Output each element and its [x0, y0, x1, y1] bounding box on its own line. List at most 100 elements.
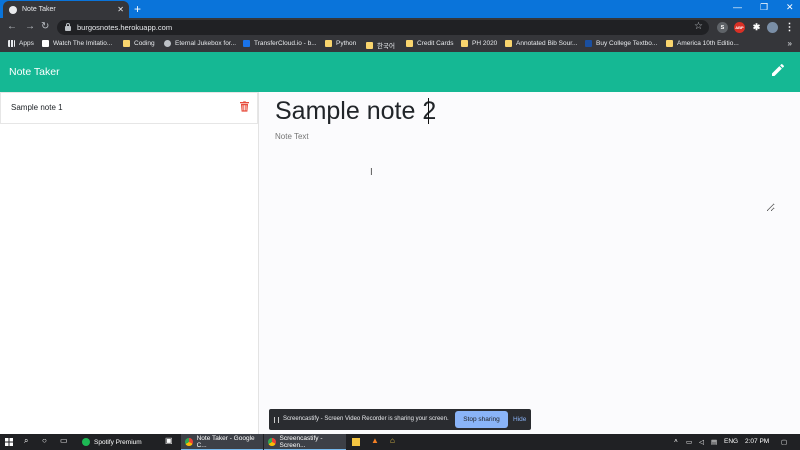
- folder-icon: [366, 41, 373, 49]
- bookmark-label: Watch The Imitatio...: [53, 40, 113, 47]
- task-label: Screencastify - Screen...: [279, 434, 323, 449]
- extension-s-icon[interactable]: S: [717, 22, 728, 33]
- url-text: burgosnotes.herokuapp.com: [77, 23, 173, 32]
- forward-arrow-icon[interactable]: →: [25, 21, 35, 32]
- taskbar-task-chrome[interactable]: Note Taker - Google C...: [181, 434, 263, 450]
- delete-trash-icon[interactable]: [240, 101, 249, 112]
- task-label: Spotify Premium: [94, 438, 142, 446]
- windows-taskbar: ⌕ ○ ▭ Spotify Premium ▣ Note Taker - Goo…: [0, 434, 800, 450]
- task-view-icon[interactable]: ▭: [60, 436, 68, 445]
- note-title[interactable]: Sample note 1: [11, 103, 63, 112]
- bookmark-item[interactable]: Eternal Jukebox for...: [164, 40, 236, 47]
- chrome-icon: [268, 437, 276, 446]
- bookmark-label: Coding: [134, 40, 155, 47]
- bookmark-label: 한국어: [377, 43, 395, 50]
- tray-chevron-icon[interactable]: ˄: [674, 438, 678, 445]
- folder-icon: [461, 40, 468, 47]
- store-bag-icon[interactable]: ▣: [165, 436, 173, 445]
- app-navbar: Note Taker: [0, 52, 800, 92]
- text-caret: [428, 98, 429, 124]
- bookmark-label: PH 2020: [472, 40, 498, 47]
- bookmark-label: Python: [336, 40, 357, 47]
- file-explorer-icon[interactable]: [352, 438, 360, 446]
- bookmarks-more-icon[interactable]: »: [788, 39, 792, 48]
- new-note-pencil-icon[interactable]: [770, 62, 786, 78]
- network-icon[interactable]: ▤: [711, 438, 717, 446]
- battery-icon[interactable]: ▭: [686, 438, 692, 446]
- folder-icon: [505, 40, 512, 47]
- note-text-input[interactable]: [275, 132, 775, 212]
- bookmark-label: Credit Cards: [417, 40, 454, 47]
- cortana-icon[interactable]: ○: [42, 436, 47, 445]
- bookmark-label: America 10th Editio...: [677, 40, 739, 47]
- reload-icon[interactable]: ↻: [41, 21, 49, 32]
- bookmarks-bar: Apps Watch The Imitatio... Coding Eterna…: [0, 37, 800, 52]
- note-title-input[interactable]: [275, 94, 775, 128]
- bookmark-item[interactable]: TransferCloud.io - b...: [243, 40, 317, 47]
- bookmark-site-icon: [42, 40, 49, 47]
- app-pinned-icon[interactable]: ⌂: [390, 436, 395, 445]
- folder-icon: [666, 40, 673, 47]
- note-editor: I: [259, 92, 800, 434]
- bookmark-label: Annotated Bib Sour...: [516, 40, 578, 47]
- bookmark-item[interactable]: PH 2020: [461, 40, 497, 47]
- adblock-icon[interactable]: ABP: [734, 22, 745, 33]
- taskbar-task-spotify[interactable]: Spotify Premium: [78, 434, 162, 450]
- bookmark-item[interactable]: Annotated Bib Sour...: [505, 40, 577, 47]
- language-indicator[interactable]: ENG: [724, 438, 738, 445]
- bookmark-item[interactable]: Coding: [123, 40, 155, 47]
- bookmark-item[interactable]: America 10th Editio...: [666, 40, 739, 47]
- app-brand[interactable]: Note Taker: [9, 66, 60, 78]
- globe-icon: [164, 40, 171, 47]
- apps-grid-icon: [8, 40, 15, 47]
- windows-start-icon[interactable]: [5, 438, 13, 446]
- bookmark-item[interactable]: Watch The Imitatio...: [42, 40, 112, 47]
- taskbar-clock[interactable]: 2:07 PM: [745, 438, 769, 445]
- globe-icon: [9, 5, 17, 14]
- spotify-icon: [82, 438, 90, 446]
- bookmark-item[interactable]: 한국어: [366, 40, 395, 50]
- bookmark-star-icon[interactable]: ☆: [694, 21, 703, 32]
- bookmark-label: Apps: [19, 40, 34, 47]
- bookmark-label: Eternal Jukebox for...: [175, 40, 237, 47]
- puzzle-extensions-icon[interactable]: ✱: [751, 22, 762, 33]
- bookmark-site-icon: [243, 40, 250, 47]
- folder-icon: [325, 40, 332, 47]
- task-label: Note Taker - Google C...: [196, 434, 255, 449]
- hide-button[interactable]: Hide: [513, 416, 526, 423]
- list-item[interactable]: Sample note 1: [0, 92, 258, 124]
- bookmark-label: TransferCloud.io - b...: [254, 40, 317, 47]
- bookmark-site-icon: [585, 40, 592, 47]
- bookmark-apps[interactable]: Apps: [8, 40, 34, 47]
- profile-avatar-icon[interactable]: [767, 22, 778, 33]
- bookmark-item[interactable]: Buy College Textbo...: [585, 40, 657, 47]
- lock-icon: [65, 23, 71, 31]
- ibeam-cursor-icon: I: [370, 167, 373, 178]
- stop-sharing-button[interactable]: Stop sharing: [455, 411, 508, 428]
- screen-share-bar: Screencastify - Screen Video Recorder is…: [269, 409, 531, 430]
- bookmark-item[interactable]: Credit Cards: [406, 40, 453, 47]
- new-tab-button[interactable]: +: [134, 2, 141, 16]
- notifications-icon[interactable]: ▢: [781, 438, 787, 446]
- taskbar-task-screencastify[interactable]: Screencastify - Screen...: [264, 434, 346, 450]
- browser-toolbar: ← → ↻ burgosnotes.herokuapp.com ☆ S ABP …: [0, 18, 800, 37]
- chrome-icon: [185, 437, 193, 446]
- address-bar[interactable]: burgosnotes.herokuapp.com ☆: [57, 20, 709, 35]
- search-icon[interactable]: ⌕: [24, 436, 28, 446]
- pause-icon: [274, 417, 279, 423]
- back-arrow-icon[interactable]: ←: [7, 21, 17, 32]
- volume-icon[interactable]: ◁: [699, 438, 704, 446]
- bookmark-item[interactable]: Python: [325, 40, 356, 47]
- minimize-button[interactable]: —: [733, 2, 742, 12]
- close-window-button[interactable]: ✕: [786, 2, 794, 13]
- notes-sidebar: Sample note 1: [0, 92, 259, 434]
- share-message: Screencastify - Screen Video Recorder is…: [283, 416, 449, 422]
- menu-kebab-icon[interactable]: ⋮: [784, 22, 795, 33]
- browser-tab[interactable]: Note Taker ✕: [3, 1, 129, 18]
- vlc-cone-icon[interactable]: ▲: [371, 436, 379, 445]
- tab-close-icon[interactable]: ✕: [117, 5, 124, 14]
- browser-tab-strip: Note Taker ✕ + — ❐ ✕: [0, 0, 800, 18]
- maximize-button[interactable]: ❐: [760, 2, 768, 13]
- folder-icon: [406, 40, 413, 47]
- tab-title: Note Taker: [22, 6, 56, 13]
